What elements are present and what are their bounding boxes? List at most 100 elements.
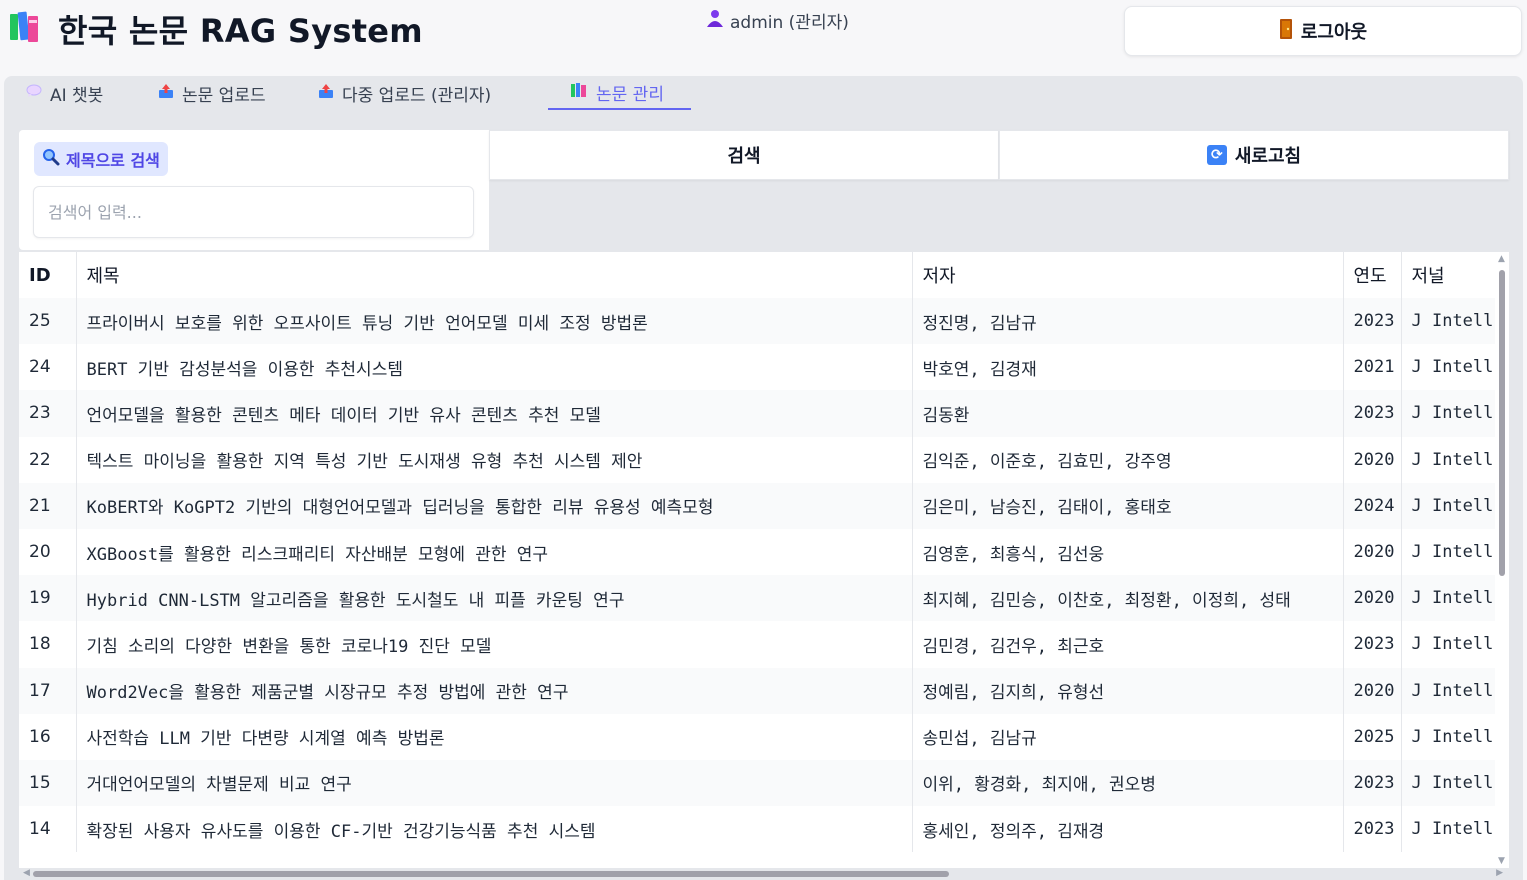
door-icon [1279, 18, 1293, 45]
tab-bar: AI 챗봇 논문 업로드 다중 업로드 (관리자) 논문 관리 [4, 76, 1523, 112]
tab-multi-upload[interactable]: 다중 업로드 (관리자) [318, 76, 491, 110]
search-box: 제목으로 검색 [19, 130, 489, 250]
table-row[interactable]: 19 Hybrid CNN-LSTM 알고리즘을 활용한 도시철도 내 피플 카운… [19, 575, 1509, 622]
magnifier-icon [42, 148, 60, 170]
scrollbar-thumb[interactable] [1499, 270, 1505, 576]
cell-year: 2023 [1343, 621, 1402, 668]
main-panel: AI 챗봇 논문 업로드 다중 업로드 (관리자) 논문 관리 제목으로 검색 … [4, 76, 1523, 880]
cell-authors: 송민섭, 김남규 [912, 713, 1344, 760]
table-row[interactable]: 17 Word2Vec을 활용한 제품군별 시장규모 추정 방법에 관한 연구 정예… [19, 667, 1509, 714]
table-row[interactable]: 18 기침 소리의 다양한 변환을 통한 코로나19 진단 모델 김민경, 김건우,… [19, 621, 1509, 668]
cell-authors: 정진명, 김남규 [912, 298, 1344, 345]
tab-label: 논문 업로드 [182, 85, 266, 106]
scroll-up-arrow[interactable]: ▲ [1498, 254, 1505, 264]
cell-title: XGBoost를 활용한 리스크패리티 자산배분 모형에 관한 연구 [76, 528, 913, 576]
cell-year: 2023 [1343, 759, 1402, 807]
cell-authors: 김은미, 남승진, 김태이, 홍태호 [912, 482, 1344, 529]
scroll-down-arrow[interactable]: ▼ [1498, 856, 1505, 866]
cell-title: Hybrid CNN-LSTM 알고리즘을 활용한 도시철도 내 피플 카운팅 … [76, 575, 913, 622]
cell-title: 기침 소리의 다양한 변환을 통한 코로나19 진단 모델 [76, 621, 913, 668]
cell-year: 2020 [1343, 667, 1402, 714]
cell-authors: 김민경, 김건우, 최근호 [912, 621, 1344, 668]
refresh-icon: ⟳ [1206, 145, 1227, 165]
cell-id: 20 [19, 528, 77, 576]
refresh-button[interactable]: ⟳ 새로고침 [999, 130, 1509, 180]
table-row[interactable]: 14 확장된 사용자 유사도를 이용한 CF-기반 건강기능식품 추천 시스템 홍세… [19, 806, 1509, 853]
tab-label: AI 챗봇 [50, 85, 104, 106]
cell-id: 17 [19, 667, 77, 714]
table-row[interactable]: 25 프라이버시 보호를 위한 오프사이트 튜닝 기반 언어모델 미세 조정 방법… [19, 298, 1509, 345]
horizontal-scrollbar[interactable]: ◀ ▶ [19, 868, 1509, 880]
search-button-label: 검색 [727, 146, 761, 167]
cell-title: 거대언어모델의 차별문제 비교 연구 [76, 759, 913, 807]
cell-year: 2023 [1343, 390, 1402, 437]
table-row[interactable]: 21 KoBERT와 KoGPT2 기반의 대형언어모델과 딥러닝을 통합한 리뷰… [19, 482, 1509, 529]
cell-year: 2020 [1343, 436, 1402, 483]
search-label: 제목으로 검색 [34, 142, 168, 176]
paper-management-panel: 제목으로 검색 검색 ⟳ 새로고침 [19, 130, 1509, 880]
vertical-scrollbar[interactable]: ▲ ▼ [1495, 252, 1509, 868]
column-header-journal[interactable]: 저널 [1401, 252, 1509, 298]
cell-journal: J Intell [1401, 713, 1509, 760]
cell-id: 22 [19, 436, 77, 483]
search-input[interactable] [33, 186, 474, 238]
cell-journal: J Intell [1401, 436, 1509, 483]
table-row[interactable]: 20 XGBoost를 활용한 리스크패리티 자산배분 모형에 관한 연구 김영훈,… [19, 528, 1509, 576]
cell-authors: 홍세인, 정의주, 김재경 [912, 806, 1344, 853]
column-header-id[interactable]: ID [19, 252, 77, 298]
cell-journal: J Intell [1401, 390, 1509, 437]
action-buttons: 검색 ⟳ 새로고침 [489, 130, 1509, 180]
scroll-left-arrow[interactable]: ◀ [23, 868, 30, 878]
cell-title: 사전학습 LLM 기반 다변량 시계열 예측 방법론 [76, 713, 913, 760]
books-icon [8, 10, 46, 44]
cell-year: 2020 [1343, 575, 1402, 622]
column-header-title[interactable]: 제목 [76, 252, 913, 298]
cell-id: 23 [19, 390, 77, 437]
table-row[interactable]: 23 언어모델을 활용한 콘텐츠 메타 데이터 기반 유사 콘텐츠 추천 모델 김동… [19, 390, 1509, 437]
cell-authors: 김동환 [912, 390, 1344, 437]
tab-paper-upload[interactable]: 논문 업로드 [158, 76, 266, 110]
upload-icon [158, 83, 174, 103]
tab-label: 다중 업로드 (관리자) [342, 85, 492, 106]
cell-year: 2025 [1343, 713, 1402, 760]
current-user: admin (관리자) [706, 8, 849, 33]
cell-authors: 최지혜, 김민승, 이찬호, 최정환, 이정희, 성태 [912, 575, 1344, 622]
cell-title: 확장된 사용자 유사도를 이용한 CF-기반 건강기능식품 추천 시스템 [76, 806, 913, 853]
cell-year: 2023 [1343, 806, 1402, 853]
cell-authors: 김영훈, 최흥식, 김선웅 [912, 528, 1344, 576]
scrollbar-thumb[interactable] [33, 871, 949, 877]
books-icon [570, 82, 588, 102]
upload-icon [318, 83, 334, 103]
cell-title: BERT 기반 감성분석을 이용한 추천시스템 [76, 344, 913, 391]
speech-bubble-icon [26, 84, 42, 102]
cell-title: 언어모델을 활용한 콘텐츠 메타 데이터 기반 유사 콘텐츠 추천 모델 [76, 390, 913, 437]
cell-title: 텍스트 마이닝을 활용한 지역 특성 기반 도시재생 유형 추천 시스템 제안 [76, 436, 913, 483]
table-row[interactable]: 16 사전학습 LLM 기반 다변량 시계열 예측 방법론 송민섭, 김남규 2025… [19, 713, 1509, 760]
cell-journal: J Intell [1401, 344, 1509, 391]
search-label-text: 제목으로 검색 [66, 151, 160, 170]
cell-year: 2024 [1343, 482, 1402, 529]
cell-id: 18 [19, 621, 77, 668]
table-row[interactable]: 15 거대언어모델의 차별문제 비교 연구 이위, 황경화, 최지애, 권오병 202… [19, 759, 1509, 807]
logout-button[interactable]: 로그아웃 [1124, 6, 1522, 56]
user-name: admin (관리자) [730, 13, 849, 33]
cell-journal: J Intell [1401, 298, 1509, 345]
tab-paper-management[interactable]: 논문 관리 [548, 76, 691, 110]
search-button[interactable]: 검색 [489, 130, 999, 180]
refresh-button-label: 새로고침 [1234, 146, 1302, 167]
cell-id: 16 [19, 713, 77, 760]
scroll-right-arrow[interactable]: ▶ [1496, 868, 1503, 878]
cell-year: 2021 [1343, 344, 1402, 391]
tab-label: 논문 관리 [596, 84, 664, 105]
tab-ai-chatbot[interactable]: AI 챗봇 [26, 76, 103, 110]
table-row[interactable]: 22 텍스트 마이닝을 활용한 지역 특성 기반 도시재생 유형 추천 시스템 제… [19, 436, 1509, 483]
cell-year: 2023 [1343, 298, 1402, 345]
cell-journal: J Intell [1401, 806, 1509, 853]
cell-id: 19 [19, 575, 77, 622]
cell-authors: 정예림, 김지희, 유형선 [912, 667, 1344, 714]
table-row[interactable]: 24 BERT 기반 감성분석을 이용한 추천시스템 박호연, 김경재 2021 J I… [19, 344, 1509, 391]
cell-title: KoBERT와 KoGPT2 기반의 대형언어모델과 딥러닝을 통합한 리뷰 유… [76, 482, 913, 529]
column-header-authors[interactable]: 저자 [912, 252, 1344, 298]
column-header-year[interactable]: 연도 [1343, 252, 1402, 298]
user-icon [706, 9, 724, 32]
